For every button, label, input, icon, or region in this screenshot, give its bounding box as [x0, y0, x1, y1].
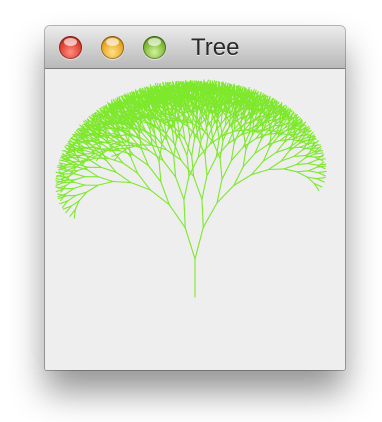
tree-branch	[307, 159, 318, 165]
zoom-button[interactable]	[143, 36, 166, 59]
tree-branch	[183, 199, 186, 229]
tree-branch	[175, 176, 185, 201]
tree-branch	[219, 157, 223, 180]
tree-branch	[221, 160, 232, 180]
tree-branch	[270, 122, 276, 135]
tree-branch	[283, 163, 298, 170]
tree-branch	[184, 227, 196, 260]
tree-branch	[97, 176, 114, 183]
tree-branch	[73, 173, 86, 178]
tree-branch	[193, 176, 203, 200]
minimize-button[interactable]	[101, 36, 124, 59]
tree-branch	[140, 137, 153, 146]
tree-branch	[201, 198, 204, 228]
tree-drawing	[55, 79, 327, 298]
tree-branch	[73, 181, 86, 186]
tree-branch	[173, 122, 178, 140]
tree-branch	[268, 160, 282, 171]
tree-branch	[65, 187, 75, 195]
tree-branch	[242, 99, 245, 111]
tree-branch	[173, 155, 177, 178]
tree-branch	[317, 171, 327, 177]
tree-branch	[283, 168, 298, 173]
tree-branch	[162, 159, 177, 178]
tree-branch	[296, 170, 309, 173]
tree-branch	[307, 163, 319, 166]
tree-branch	[67, 194, 77, 202]
tree-branch	[89, 159, 103, 169]
tree-branch	[216, 178, 223, 204]
tree-branch	[216, 184, 235, 204]
title-bar[interactable]: Tree	[45, 26, 345, 69]
tree-branch	[316, 177, 326, 180]
tree-branch	[168, 204, 186, 229]
tree-branch	[158, 160, 162, 183]
tree-lines	[55, 79, 327, 298]
tree-branch	[73, 184, 86, 189]
tree-branch	[73, 176, 86, 181]
tree-branch	[204, 154, 208, 177]
app-window: Tree	[45, 26, 345, 370]
tree-branch	[307, 166, 318, 172]
tree-branch	[243, 120, 246, 135]
tree-branch	[268, 112, 271, 124]
tree-branch	[296, 171, 308, 178]
tree-branch	[186, 154, 190, 177]
tree-branch	[86, 184, 99, 193]
tree-branch	[147, 164, 162, 183]
tree-branch	[255, 130, 266, 133]
tree-branch	[201, 175, 208, 200]
tree-branch	[235, 100, 238, 112]
tree-branch	[316, 178, 325, 183]
window-title: Tree	[191, 34, 240, 61]
tree-branch	[317, 170, 327, 174]
tree-branch	[187, 121, 191, 139]
tree-branch	[204, 136, 209, 156]
tree-branch	[268, 168, 285, 171]
tree-branch	[191, 137, 196, 157]
tree-branch	[206, 156, 217, 177]
close-button[interactable]	[59, 36, 82, 59]
tree-branch	[183, 175, 190, 201]
tree-branch	[194, 226, 204, 260]
tree-branch	[307, 170, 319, 174]
tree-branch	[202, 202, 218, 228]
tree-branch	[112, 180, 132, 184]
tree-branch	[210, 113, 214, 128]
tree-branch	[220, 125, 224, 142]
tree-branch	[86, 169, 99, 178]
content-area	[45, 69, 345, 370]
tree-branch	[115, 171, 132, 184]
tree-branch	[97, 180, 114, 186]
